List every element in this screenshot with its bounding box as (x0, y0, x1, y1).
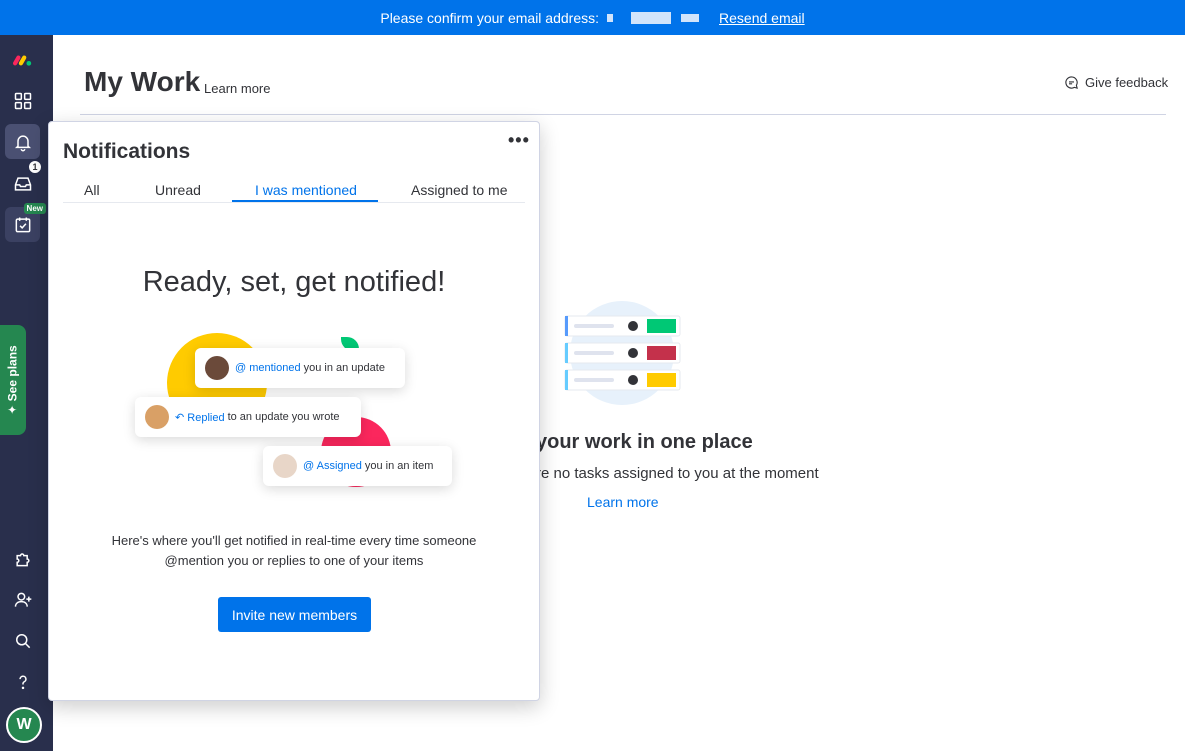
reply-card: ↶ Replied to an update you wrote (135, 397, 361, 437)
email-confirm-banner: Please confirm your email address: Resen… (0, 0, 1185, 35)
avatar (205, 356, 229, 380)
card-text: you in an update (303, 362, 385, 374)
notifications-headline: Ready, set, get notified! (142, 266, 446, 298)
empty-state-learn-more[interactable]: Learn more (587, 494, 659, 510)
see-plans-button[interactable]: ✦ See plans (0, 325, 26, 435)
banner-message: Please confirm your email address: (380, 9, 600, 26)
avatar (273, 454, 297, 478)
rail-help[interactable] (5, 664, 40, 699)
empty-state-subtitle: re no tasks assigned to you at the momen… (536, 465, 819, 482)
rail-invite[interactable] (5, 582, 40, 617)
header-divider (80, 114, 1166, 115)
mention-card: @ mentioned you in an update (195, 348, 405, 388)
rail-my-work[interactable]: New (5, 203, 46, 242)
empty-state-title: your work in one place (536, 431, 753, 453)
card-action: ↶ Replied (175, 411, 225, 424)
grid-icon (14, 92, 31, 109)
notifications-title: Notifications (63, 140, 191, 163)
search-icon (15, 633, 30, 648)
avatar (145, 405, 169, 429)
puzzle-icon (15, 552, 30, 566)
rail-search[interactable] (5, 623, 40, 658)
inbox-icon (14, 176, 31, 191)
card-action: @ mentioned (235, 362, 301, 374)
notification-tabs: All Unread I was mentioned Assigned to m… (63, 182, 525, 203)
resend-email-link[interactable]: Resend email (719, 10, 805, 26)
page-title: My Work (84, 66, 201, 97)
user-avatar[interactable]: W (6, 707, 42, 743)
card-text: you in an item (364, 460, 434, 472)
logo-icon (12, 54, 31, 66)
description-line-1: Here's where you'll get notified in real… (111, 533, 477, 548)
assigned-card: @ Assigned you in an item (263, 446, 452, 486)
monday-logo[interactable] (5, 42, 40, 77)
new-badge: New (23, 203, 46, 214)
left-rail: 1 New ✦ See plans W (0, 35, 53, 751)
tab-unread[interactable]: Unread (155, 182, 201, 198)
invite-new-members-button[interactable]: Invite new members (218, 597, 371, 632)
rail-inbox[interactable]: 1 (5, 160, 42, 201)
give-feedback-button[interactable]: Give feedback (1064, 75, 1168, 90)
sparkle-icon: ✦ (6, 401, 21, 415)
help-icon (18, 674, 27, 689)
add-user-icon (14, 592, 31, 607)
notifications-illustration: @ mentioned you in an update ↶ Replied t… (135, 327, 465, 497)
more-options-icon[interactable]: ••• (508, 130, 530, 151)
learn-more-link[interactable]: Learn more (204, 81, 270, 96)
feedback-icon (1065, 76, 1078, 89)
rail-notifications[interactable] (5, 124, 40, 159)
rail-home[interactable] (5, 83, 40, 118)
tab-i-was-mentioned[interactable]: I was mentioned (255, 182, 357, 198)
give-feedback-label: Give feedback (1085, 75, 1169, 90)
rail-apps[interactable] (5, 541, 40, 576)
tab-assigned-to-me[interactable]: Assigned to me (411, 182, 508, 198)
active-tab-indicator (232, 200, 378, 202)
my-work-illustration (564, 301, 681, 405)
see-plans-label: See plans (6, 345, 21, 402)
calendar-check-icon (15, 217, 30, 232)
redacted-email (605, 11, 701, 24)
inbox-count-badge: 1 (28, 160, 42, 174)
card-text: to an update you wrote (227, 411, 340, 423)
notifications-panel: Notifications ••• All Unread I was menti… (48, 121, 540, 701)
tab-all[interactable]: All (84, 182, 100, 198)
card-action: @ Assigned (303, 460, 362, 472)
description-line-2: @mention you or replies to one of your i… (164, 553, 424, 568)
notifications-description: Here's where you'll get notified in real… (49, 531, 539, 571)
bell-icon (14, 134, 31, 151)
